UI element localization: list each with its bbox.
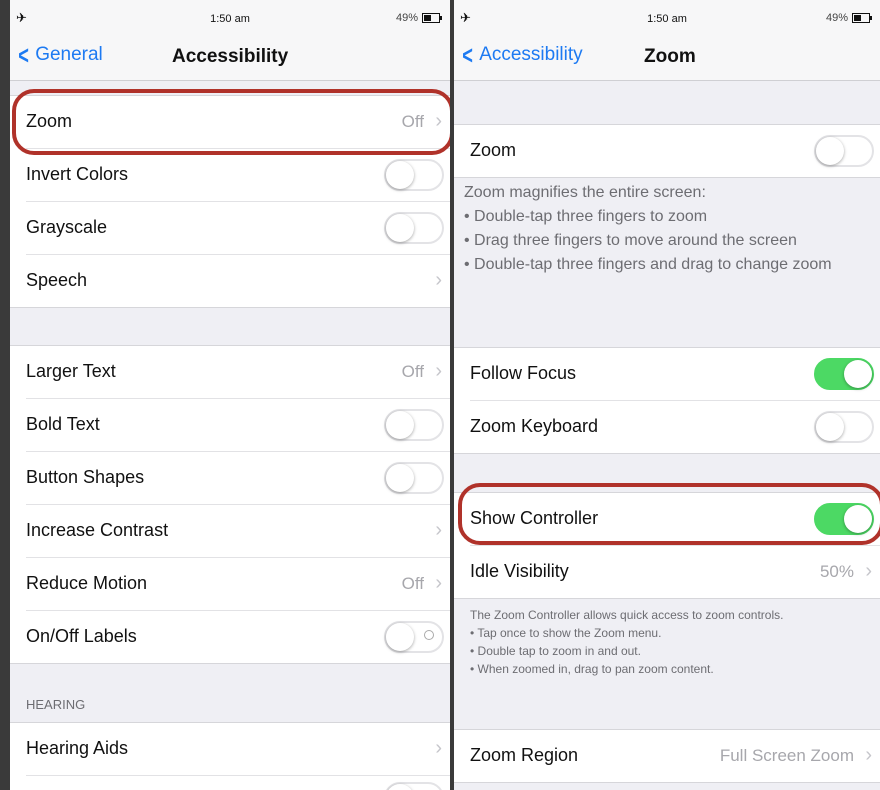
- battery-percent: 49%: [395, 12, 418, 24]
- zoom-screen: ✈ 1:50 am 49% < Accessibility Zoom Zoom …: [454, 0, 880, 790]
- zoom-toggle-group: Zoom: [454, 124, 880, 178]
- chevron-right-icon: ›: [435, 737, 442, 759]
- row-label: Speech: [26, 270, 88, 290]
- row-speech[interactable]: Speech ›: [26, 255, 450, 307]
- zoom-toggle[interactable]: [814, 135, 874, 167]
- page-title: Zoom: [644, 46, 696, 67]
- back-button[interactable]: < Accessibility: [460, 40, 583, 70]
- back-label: General: [35, 44, 103, 65]
- row-larger-text[interactable]: Larger Text Off ›: [26, 346, 450, 399]
- row-label: Follow Focus: [470, 363, 577, 383]
- row-label: Larger Text: [26, 361, 116, 381]
- highlight-zoom: [12, 89, 450, 155]
- chevron-right-icon: ›: [435, 519, 442, 541]
- row-label: Button Shapes: [26, 467, 145, 487]
- desc-line: • Double-tap three fingers to zoom: [464, 208, 708, 225]
- row-value: Off: [401, 362, 424, 381]
- row-zoom-region[interactable]: Zoom Region Full Screen Zoom ›: [470, 730, 880, 782]
- desc-line: • Double tap to zoom in and out.: [470, 644, 641, 658]
- row-next-partial: [26, 776, 450, 790]
- controller-description: The Zoom Controller allows quick access …: [470, 606, 866, 678]
- desc-line: The Zoom Controller allows quick access …: [470, 608, 784, 622]
- status-bar: ✈ 1:50 am 49%: [10, 0, 450, 36]
- button-shapes-toggle[interactable]: [384, 462, 444, 494]
- row-label: Reduce Motion: [26, 573, 148, 593]
- chevron-right-icon: ›: [865, 744, 872, 766]
- battery-indicator: 49%: [825, 12, 872, 24]
- desc-line: • When zoomed in, drag to pan zoom conte…: [470, 662, 714, 676]
- row-invert-colors: Invert Colors: [26, 149, 450, 202]
- invert-colors-toggle[interactable]: [384, 159, 444, 191]
- chevron-left-icon: <: [18, 40, 29, 70]
- bold-text-toggle[interactable]: [384, 409, 444, 441]
- desc-line: • Double-tap three fingers and drag to c…: [464, 256, 832, 273]
- accessibility-screen: ✈ 1:50 am 49% < General Accessibility Zo…: [10, 0, 450, 790]
- chevron-right-icon: ›: [435, 360, 442, 382]
- row-label: Increase Contrast: [26, 520, 169, 540]
- row-label: Bold Text: [26, 414, 100, 434]
- desc-line: Zoom magnifies the entire screen:: [464, 184, 706, 201]
- focus-group: Follow Focus Zoom Keyboard: [454, 347, 880, 454]
- row-idle-visibility[interactable]: Idle Visibility 50% ›: [470, 546, 880, 598]
- row-reduce-motion[interactable]: Reduce Motion Off ›: [26, 558, 450, 611]
- row-label: Idle Visibility: [470, 561, 569, 581]
- row-label: Hearing Aids: [26, 738, 129, 758]
- chevron-right-icon: ›: [865, 560, 872, 582]
- row-label: Invert Colors: [26, 164, 129, 184]
- row-label: Zoom: [470, 140, 517, 160]
- status-bar: ✈ 1:50 am 49%: [454, 0, 880, 36]
- row-label: Zoom Keyboard: [470, 416, 599, 436]
- chevron-right-icon: ›: [435, 572, 442, 594]
- row-value: Full Screen Zoom: [719, 746, 854, 765]
- chevron-left-icon: <: [462, 40, 473, 70]
- battery-icon: [422, 13, 442, 23]
- chevron-right-icon: ›: [435, 269, 442, 291]
- row-grayscale: Grayscale: [26, 202, 450, 255]
- row-on-off-labels: On/Off Labels: [26, 611, 450, 663]
- on-off-labels-toggle[interactable]: [384, 621, 444, 653]
- battery-percent: 49%: [825, 12, 848, 24]
- status-time: 1:50 am: [210, 13, 250, 25]
- row-follow-focus: Follow Focus: [470, 348, 880, 401]
- row-zoom: Zoom: [470, 125, 880, 177]
- row-value: 50%: [819, 562, 854, 581]
- row-bold-text: Bold Text: [26, 399, 450, 452]
- settings-group-hearing: Hearing Aids ›: [10, 722, 450, 790]
- battery-indicator: 49%: [395, 12, 442, 24]
- row-value: Off: [401, 574, 424, 593]
- zoom-keyboard-toggle[interactable]: [814, 411, 874, 443]
- row-label: On/Off Labels: [26, 626, 137, 646]
- back-button[interactable]: < General: [16, 40, 103, 70]
- page-title: Accessibility: [172, 46, 289, 67]
- row-zoom-keyboard: Zoom Keyboard: [470, 401, 880, 453]
- zoom-description: Zoom magnifies the entire screen: • Doub…: [464, 181, 870, 277]
- follow-focus-toggle[interactable]: [814, 358, 874, 390]
- settings-group-text: Larger Text Off › Bold Text Button Shape…: [10, 345, 450, 664]
- row-hearing-aids[interactable]: Hearing Aids ›: [26, 723, 450, 776]
- row-increase-contrast[interactable]: Increase Contrast ›: [26, 505, 450, 558]
- desc-line: • Drag three fingers to move around the …: [464, 232, 797, 249]
- grayscale-toggle[interactable]: [384, 212, 444, 244]
- battery-icon: [852, 13, 872, 23]
- region-group: Zoom Region Full Screen Zoom ›: [454, 729, 880, 783]
- row-label: Zoom Region: [470, 745, 579, 765]
- back-label: Accessibility: [479, 44, 583, 65]
- section-header-hearing: HEARING: [26, 697, 86, 712]
- desc-line: • Tap once to show the Zoom menu.: [470, 626, 662, 640]
- highlight-show-controller: [458, 483, 880, 545]
- nav-bar: < Accessibility Zoom: [454, 36, 880, 81]
- partial-toggle[interactable]: [384, 782, 444, 790]
- row-button-shapes: Button Shapes: [26, 452, 450, 505]
- status-time: 1:50 am: [647, 13, 687, 25]
- nav-bar: < General Accessibility: [10, 36, 450, 81]
- row-label: Grayscale: [26, 217, 108, 237]
